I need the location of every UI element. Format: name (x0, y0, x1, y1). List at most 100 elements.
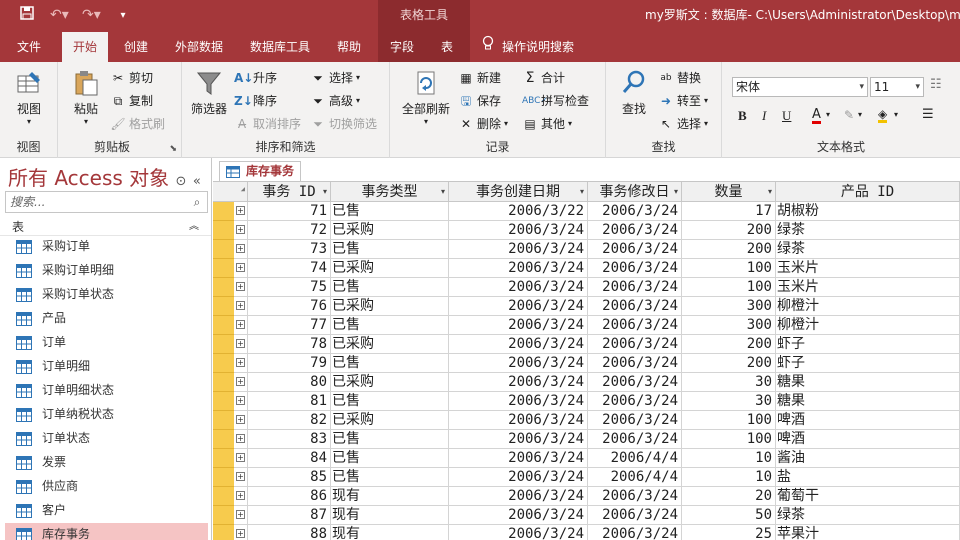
bold-icon[interactable]: B (738, 108, 747, 124)
record-selector[interactable] (213, 525, 234, 540)
nav-item-table[interactable]: 产品 (5, 307, 208, 329)
tab-create[interactable]: 创建 (114, 32, 158, 62)
nav-item-table[interactable]: 发票 (5, 451, 208, 473)
table-row[interactable]: +82 已采购 2006/3/24 2006/3/24 100 啤酒 (213, 411, 960, 430)
subdatasheet-expander[interactable]: + (234, 259, 248, 278)
cell-transaction-id[interactable]: 80 (248, 373, 331, 392)
cell-transaction-type[interactable]: 已采购 (331, 335, 449, 354)
cell-transaction-type[interactable]: 现有 (331, 506, 449, 525)
cell-product-id[interactable]: 玉米片 (776, 259, 960, 278)
cell-product-id[interactable]: 盐 (776, 468, 960, 487)
cell-transaction-type[interactable]: 现有 (331, 525, 449, 540)
size-dropdown-icon[interactable]: ▾ (915, 78, 920, 96)
cell-quantity[interactable]: 300 (682, 297, 776, 316)
refresh-all-button[interactable]: 全部刷新 ▾ (398, 68, 454, 126)
cell-created-date[interactable]: 2006/3/24 (449, 373, 588, 392)
cell-created-date[interactable]: 2006/3/24 (449, 278, 588, 297)
cell-product-id[interactable]: 绿茶 (776, 221, 960, 240)
cell-quantity[interactable]: 100 (682, 430, 776, 449)
dialog-launcher-icon[interactable]: ⬊ (169, 144, 177, 154)
goto-button[interactable]: ➜ 转至 ▾ (658, 91, 708, 111)
cell-transaction-id[interactable]: 81 (248, 392, 331, 411)
table-row[interactable]: +85 已售 2006/3/24 2006/4/4 10 盐 (213, 468, 960, 487)
cell-product-id[interactable]: 柳橙汁 (776, 297, 960, 316)
cell-transaction-id[interactable]: 72 (248, 221, 331, 240)
table-row[interactable]: +87 现有 2006/3/24 2006/3/24 50 绿茶 (213, 506, 960, 525)
cell-transaction-type[interactable]: 已售 (331, 316, 449, 335)
table-row[interactable]: +71 已售 2006/3/22 2006/3/24 17 胡椒粉 (213, 202, 960, 221)
record-selector[interactable] (213, 430, 234, 449)
cell-transaction-id[interactable]: 82 (248, 411, 331, 430)
cell-quantity[interactable]: 20 (682, 487, 776, 506)
cell-product-id[interactable]: 糖果 (776, 392, 960, 411)
cell-modified-date[interactable]: 2006/3/24 (588, 373, 682, 392)
cell-modified-date[interactable]: 2006/3/24 (588, 278, 682, 297)
tab-home[interactable]: 开始 (62, 32, 108, 62)
nav-menu-chevron-icon[interactable]: ⊙ (176, 174, 187, 189)
cell-quantity[interactable]: 50 (682, 506, 776, 525)
record-selector[interactable] (213, 411, 234, 430)
nav-item-table[interactable]: 采购订单 (5, 235, 208, 257)
save-icon[interactable] (18, 6, 36, 24)
cell-transaction-type[interactable]: 已采购 (331, 259, 449, 278)
cell-transaction-id[interactable]: 71 (248, 202, 331, 221)
cell-modified-date[interactable]: 2006/3/24 (588, 259, 682, 278)
cell-created-date[interactable]: 2006/3/24 (449, 392, 588, 411)
cell-transaction-type[interactable]: 已采购 (331, 297, 449, 316)
column-header-modified-date[interactable]: 事务修改日 ▾ (588, 182, 682, 202)
cell-created-date[interactable]: 2006/3/24 (449, 525, 588, 540)
nav-item-table[interactable]: 客户 (5, 499, 208, 521)
nav-section-tables[interactable]: 表 ︽ (0, 218, 211, 236)
cell-quantity[interactable]: 100 (682, 278, 776, 297)
cell-created-date[interactable]: 2006/3/24 (449, 506, 588, 525)
cell-product-id[interactable]: 绿茶 (776, 506, 960, 525)
cell-product-id[interactable]: 啤酒 (776, 430, 960, 449)
column-header-created-date[interactable]: 事务创建日期 ▾ (449, 182, 588, 202)
cell-transaction-type[interactable]: 已售 (331, 468, 449, 487)
subdatasheet-expander[interactable]: + (234, 373, 248, 392)
nav-collapse-icon[interactable]: « (193, 174, 201, 189)
cell-modified-date[interactable]: 2006/3/24 (588, 487, 682, 506)
subdatasheet-expander[interactable]: + (234, 487, 248, 506)
cell-modified-date[interactable]: 2006/3/24 (588, 335, 682, 354)
table-row[interactable]: +72 已采购 2006/3/24 2006/3/24 200 绿茶 (213, 221, 960, 240)
highlight-dropdown-icon[interactable]: ▾ (858, 110, 862, 119)
cell-created-date[interactable]: 2006/3/24 (449, 354, 588, 373)
column-filter-dropdown-icon[interactable]: ▾ (441, 182, 445, 202)
cell-transaction-id[interactable]: 78 (248, 335, 331, 354)
record-selector[interactable] (213, 392, 234, 411)
cell-transaction-type[interactable]: 已采购 (331, 221, 449, 240)
cell-modified-date[interactable]: 2006/3/24 (588, 240, 682, 259)
cell-modified-date[interactable]: 2006/3/24 (588, 430, 682, 449)
cell-transaction-id[interactable]: 83 (248, 430, 331, 449)
nav-item-table[interactable]: 订单状态 (5, 427, 208, 449)
record-selector[interactable] (213, 316, 234, 335)
record-selector[interactable] (213, 506, 234, 525)
tab-external-data[interactable]: 外部数据 (168, 32, 230, 62)
table-row[interactable]: +77 已售 2006/3/24 2006/3/24 300 柳橙汁 (213, 316, 960, 335)
cell-transaction-id[interactable]: 88 (248, 525, 331, 540)
nav-item-table[interactable]: 库存事务 (5, 523, 208, 540)
record-selector[interactable] (213, 468, 234, 487)
cell-modified-date[interactable]: 2006/3/24 (588, 202, 682, 221)
select-all-corner[interactable]: ◢ (213, 182, 248, 202)
cell-product-id[interactable]: 柳橙汁 (776, 316, 960, 335)
redo-icon[interactable]: ↷▾ (82, 7, 101, 23)
subdatasheet-expander[interactable]: + (234, 202, 248, 221)
format-painter-button[interactable]: 🖌 格式刷 (110, 114, 165, 134)
sort-ascending-button[interactable]: A↓ 升序 (234, 68, 277, 88)
tab-file[interactable]: 文件 (6, 32, 52, 62)
table-row[interactable]: +79 已售 2006/3/24 2006/3/24 200 虾子 (213, 354, 960, 373)
toggle-filter-button[interactable]: ⏷ 切换筛选 (310, 114, 377, 134)
tab-table[interactable]: 表 (432, 32, 462, 62)
font-color-dropdown-icon[interactable]: ▾ (826, 110, 830, 119)
cell-transaction-type[interactable]: 已售 (331, 430, 449, 449)
cell-transaction-type[interactable]: 已售 (331, 449, 449, 468)
cell-quantity[interactable]: 100 (682, 411, 776, 430)
cell-transaction-id[interactable]: 85 (248, 468, 331, 487)
view-button[interactable]: 视图 ▾ (10, 68, 48, 126)
nav-item-table[interactable]: 供应商 (5, 475, 208, 497)
column-filter-dropdown-icon[interactable]: ▾ (674, 182, 678, 202)
cell-transaction-type[interactable]: 已售 (331, 202, 449, 221)
cell-transaction-id[interactable]: 75 (248, 278, 331, 297)
